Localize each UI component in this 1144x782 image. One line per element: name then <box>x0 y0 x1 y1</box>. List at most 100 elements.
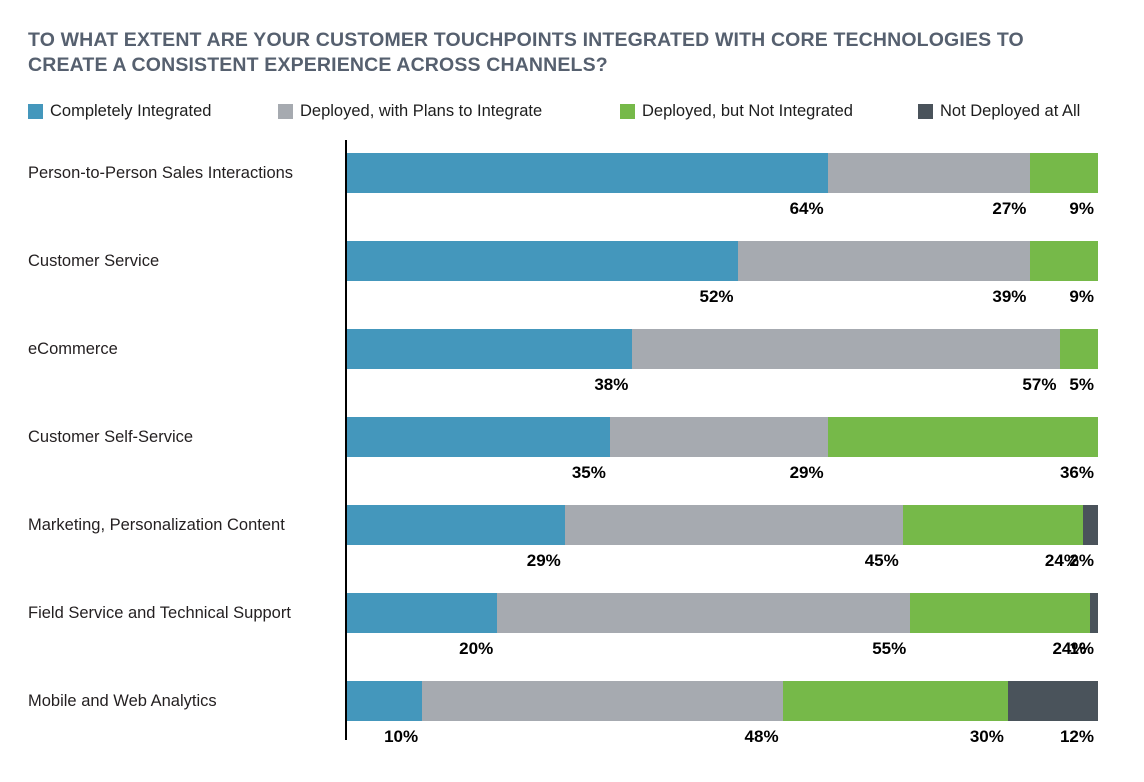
legend-item-label: Not Deployed at All <box>940 101 1081 120</box>
value-label-row: 38% 57% 5% <box>347 373 1098 397</box>
value-label: 9% <box>1069 199 1094 218</box>
bar-segment <box>902 505 1083 545</box>
value-label: 12% <box>1059 727 1094 746</box>
bar-segment <box>347 505 565 545</box>
chart-legend: Completely Integrated Deployed, with Plan… <box>28 99 1113 123</box>
category-label: Person-to-Person Sales Interactions <box>28 164 294 182</box>
value-label: 1% <box>1069 639 1094 658</box>
value-label: 20% <box>459 639 494 658</box>
bar-row <box>347 329 1098 369</box>
value-label: 38% <box>594 375 629 394</box>
bar-row <box>347 153 1098 193</box>
bar-segment <box>497 593 911 633</box>
value-label-row: 52% 39% 9% <box>347 285 1098 309</box>
value-label-cell: 52% <box>347 285 738 309</box>
bar-segment <box>632 329 1061 369</box>
bar-segment <box>827 153 1031 193</box>
legend-swatch-icon <box>918 103 933 119</box>
value-label: 5% <box>1069 375 1094 394</box>
bar-segment <box>347 241 738 281</box>
bar-segment <box>347 681 423 721</box>
legend-item-3[interactable]: Not Deployed at All <box>918 99 1080 123</box>
value-label-cell: 9% <box>1030 197 1098 221</box>
value-label-cell: 24% <box>903 549 1083 573</box>
value-label: 36% <box>1059 463 1094 482</box>
bar-segment <box>347 593 498 633</box>
value-label-cell: 24% <box>910 637 1090 661</box>
value-label-row: 10% 48% 30% 12% <box>347 725 1098 749</box>
legend-swatch-icon <box>28 103 43 119</box>
category-label: Marketing, Personalization Content <box>28 516 285 534</box>
title-line-1: TO WHAT EXTENT ARE YOUR CUSTOMER TOUCHPO… <box>28 29 1024 51</box>
value-label-row: 29% 45% 24% 2% <box>347 549 1098 573</box>
value-label: 55% <box>872 639 907 658</box>
category-label: Mobile and Web Analytics <box>28 692 217 710</box>
value-label: 52% <box>699 287 734 306</box>
category-label: eCommerce <box>28 340 118 358</box>
value-label-cell: 57% <box>632 373 1060 397</box>
legend-item-2[interactable]: Deployed, but Not Integrated <box>620 99 853 123</box>
bar-segment <box>782 681 1008 721</box>
value-label: 27% <box>992 199 1027 218</box>
bar-row <box>347 505 1098 545</box>
value-label: 57% <box>1022 375 1057 394</box>
legend-item-label: Deployed, with Plans to Integrate <box>300 101 543 120</box>
value-label-cell: 2% <box>1069 549 1098 573</box>
value-label-cell: 5% <box>1060 373 1098 397</box>
bar-row <box>347 681 1098 721</box>
value-label-cell: 29% <box>347 549 565 573</box>
page-title: TO WHAT EXTENT ARE YOUR CUSTOMER TOUCHPO… <box>28 28 1088 78</box>
bar-segment <box>1060 329 1098 369</box>
value-label-cell: 55% <box>497 637 910 661</box>
value-label: 9% <box>1069 287 1094 306</box>
category-label: Field Service and Technical Support <box>28 604 291 622</box>
legend-item-label: Deployed, but Not Integrated <box>642 101 853 120</box>
value-label: 29% <box>526 551 561 570</box>
bar-segment <box>347 417 610 457</box>
value-label: 64% <box>789 199 824 218</box>
value-label-cell: 36% <box>828 461 1098 485</box>
bar-segment <box>609 417 828 457</box>
value-label: 48% <box>744 727 779 746</box>
value-label: 39% <box>992 287 1027 306</box>
bar-segment <box>1007 681 1098 721</box>
value-label: 29% <box>789 463 824 482</box>
value-label-row: 20% 55% 24% 1% <box>347 637 1098 661</box>
bar-segment <box>1082 505 1098 545</box>
value-label-row: 64% 27% 9% <box>347 197 1098 221</box>
value-label-cell: 64% <box>347 197 828 221</box>
legend-item-0[interactable]: Completely Integrated <box>28 99 211 123</box>
plot-area: Person-to-Person Sales Interactions 64% 27… <box>28 140 1098 746</box>
bar-segment <box>422 681 783 721</box>
value-label-cell: 1% <box>1069 637 1098 661</box>
value-label-cell: 27% <box>828 197 1031 221</box>
value-label-cell: 39% <box>738 285 1031 309</box>
value-label-cell: 35% <box>347 461 610 485</box>
bar-segment <box>1030 241 1098 281</box>
bar-row <box>347 593 1098 633</box>
bar-segment <box>347 153 828 193</box>
value-label-cell: 30% <box>783 725 1008 749</box>
bar-row <box>347 417 1098 457</box>
bar-segment <box>564 505 903 545</box>
value-label-cell: 9% <box>1030 285 1098 309</box>
legend-swatch-icon <box>620 103 635 119</box>
bar-segment <box>347 329 633 369</box>
value-label-cell: 45% <box>565 549 903 573</box>
value-label: 35% <box>571 463 606 482</box>
value-label: 10% <box>384 727 419 746</box>
value-label-cell: 38% <box>347 373 632 397</box>
bar-segment <box>910 593 1091 633</box>
value-label-cell: 12% <box>1008 725 1098 749</box>
legend-item-1[interactable]: Deployed, with Plans to Integrate <box>278 99 542 123</box>
bar-segment <box>737 241 1031 281</box>
legend-swatch-icon <box>278 103 293 119</box>
value-label-row: 35% 29% 36% <box>347 461 1098 485</box>
bar-segment <box>1090 593 1098 633</box>
value-label-cell: 10% <box>347 725 422 749</box>
value-label: 45% <box>864 551 899 570</box>
value-label-cell: 48% <box>422 725 782 749</box>
stacked-bar-chart: TO WHAT EXTENT ARE YOUR CUSTOMER TOUCHPO… <box>0 0 1144 782</box>
title-line-2: CREATE A CONSISTENT EXPERIENCE ACROSS CH… <box>28 54 608 76</box>
value-label: 30% <box>969 727 1004 746</box>
